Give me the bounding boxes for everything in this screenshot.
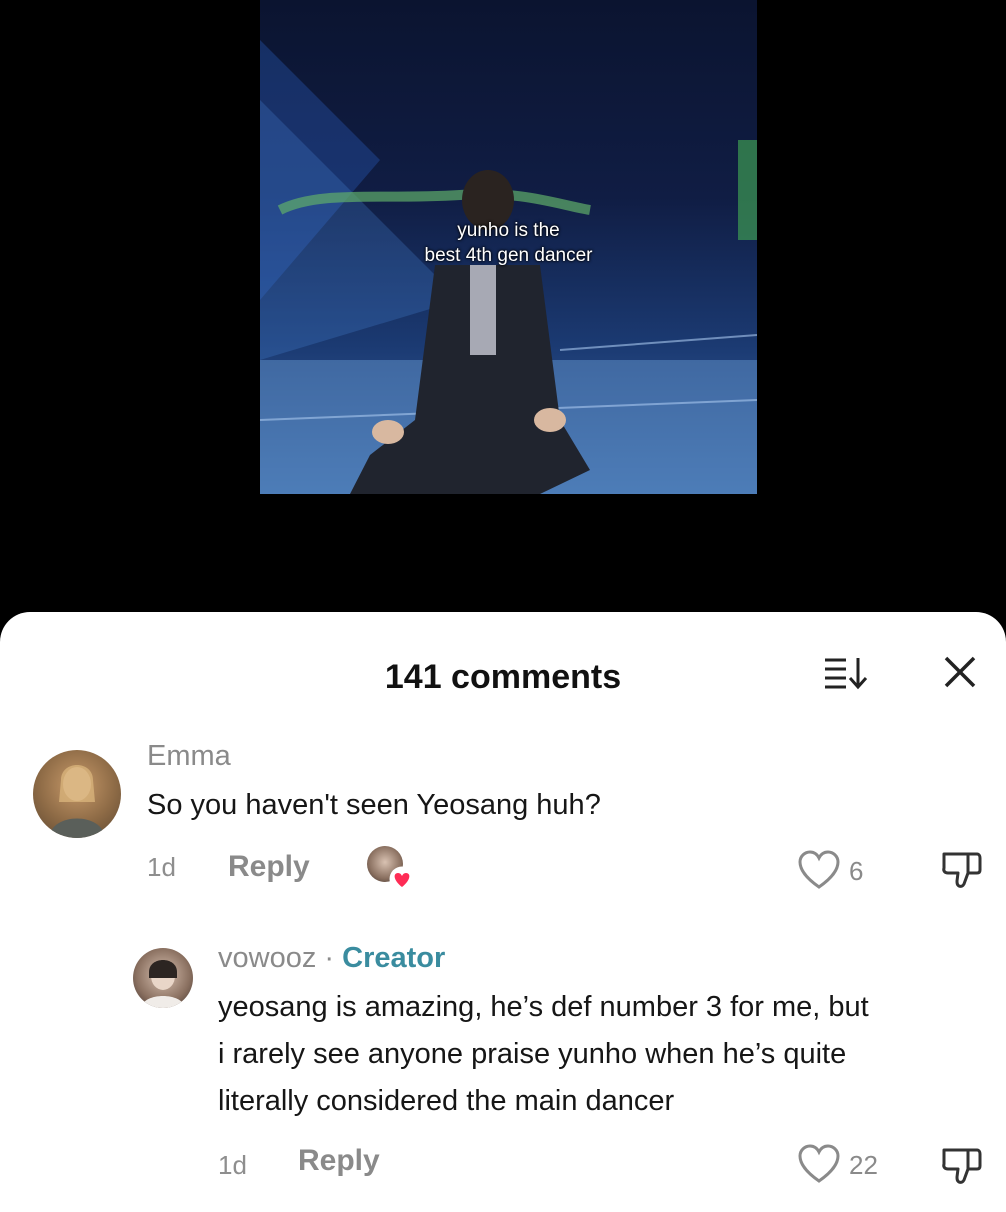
comment-text-line-1: yeosang is amazing, he’s def number 3 fo… xyxy=(218,991,869,1023)
comment-text-line-2: i rarely see anyone praise yunho when he… xyxy=(218,1038,847,1070)
like-count: 6 xyxy=(849,856,864,886)
heart-filled-icon xyxy=(389,866,415,892)
video-caption-line-1: yunho is the xyxy=(457,220,560,241)
avatar-image xyxy=(49,765,105,838)
like-heart-icon[interactable] xyxy=(797,850,841,890)
close-icon[interactable] xyxy=(940,652,980,692)
reply-button[interactable]: Reply xyxy=(228,850,310,884)
video-thumbnail[interactable]: yunho is the best 4th gen dancer xyxy=(260,0,757,494)
video-caption: yunho is the best 4th gen dancer xyxy=(260,218,757,268)
avatar-image xyxy=(141,960,185,1008)
reply-username-line: vowooz · Creator xyxy=(218,942,445,975)
comment-text-line-3: literally considered the main dancer xyxy=(218,1085,675,1117)
comment-username[interactable]: Emma xyxy=(147,740,231,773)
avatar-emma[interactable] xyxy=(33,750,121,838)
dislike-icon[interactable] xyxy=(940,848,982,890)
comments-sheet: 141 comments Emma So you haven't seen Ye… xyxy=(0,612,1006,1212)
like-count: 22 xyxy=(849,1150,878,1180)
video-caption-line-2: best 4th gen dancer xyxy=(424,245,593,266)
username-separator: · xyxy=(324,942,335,974)
dislike-icon[interactable] xyxy=(940,1144,982,1186)
reply-button[interactable]: Reply xyxy=(298,1144,380,1178)
liked-by-creator-badge xyxy=(367,846,415,892)
comment-text: So you haven't seen Yeosang huh? xyxy=(147,789,601,821)
creator-badge: Creator xyxy=(342,942,446,974)
comment-text: yeosang is amazing, he’s def number 3 fo… xyxy=(218,984,869,1125)
like-heart-icon[interactable] xyxy=(797,1144,841,1184)
sort-icon[interactable] xyxy=(822,654,870,694)
comment-age: 1d xyxy=(147,852,176,882)
avatar-vowooz[interactable] xyxy=(133,948,193,1008)
video-area[interactable]: yunho is the best 4th gen dancer xyxy=(0,0,1006,640)
comment-age: 1d xyxy=(218,1150,247,1180)
comment-username[interactable]: vowooz xyxy=(218,942,316,974)
